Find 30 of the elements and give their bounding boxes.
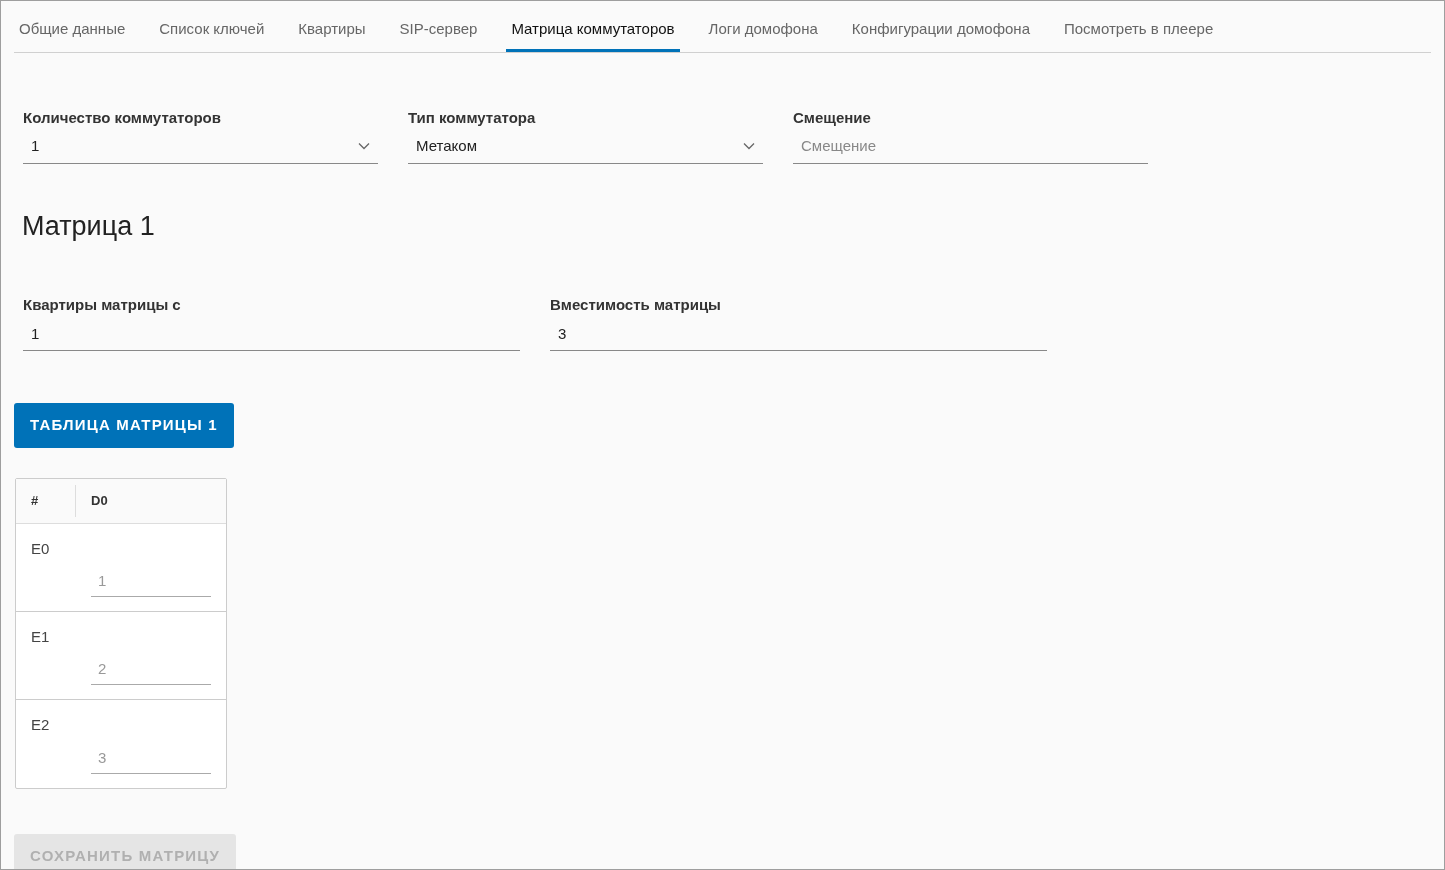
row-label: E0: [30, 539, 51, 559]
field-label: Смещение: [793, 107, 872, 128]
tab[interactable]: Логи домофона: [703, 1, 823, 52]
tab[interactable]: SIP-сервер: [394, 1, 483, 52]
chevron-down-icon: [743, 142, 755, 151]
cell-input[interactable]: 1: [91, 569, 211, 597]
field-label: Тип коммутатора: [408, 107, 537, 128]
input-field[interactable]: 3: [550, 316, 1047, 351]
select-field[interactable]: Метаком: [408, 129, 763, 164]
field-label: Количество коммутаторов: [23, 107, 222, 128]
tab[interactable]: Посмотреть в плеере: [1059, 1, 1219, 52]
section-title: Матрица 1: [21, 209, 156, 243]
cell-input[interactable]: 3: [91, 746, 211, 774]
tab[interactable]: Список ключей: [154, 1, 270, 52]
cell-input[interactable]: 2: [91, 657, 211, 685]
row-label: E2: [30, 715, 51, 735]
select-field[interactable]: 1: [23, 129, 378, 164]
field-label: Квартиры матрицы с: [23, 295, 182, 315]
table-button[interactable]: ТАБЛИЦА МАТРИЦЫ 1: [14, 403, 234, 448]
input-field[interactable]: Смещение: [793, 129, 1148, 164]
row-label: E1: [30, 627, 51, 647]
column-header: #: [16, 485, 76, 517]
chevron-down-icon: [358, 142, 370, 151]
tab[interactable]: Общие данные: [14, 1, 131, 52]
input-field[interactable]: 1: [23, 316, 520, 351]
tab[interactable]: Квартиры: [293, 1, 371, 52]
tab[interactable]: Конфигурации домофона: [846, 1, 1035, 52]
tab[interactable]: Матрица коммутаторов: [506, 1, 680, 52]
column-header: D0: [90, 492, 108, 511]
field-label: Вместимость матрицы: [550, 295, 722, 315]
